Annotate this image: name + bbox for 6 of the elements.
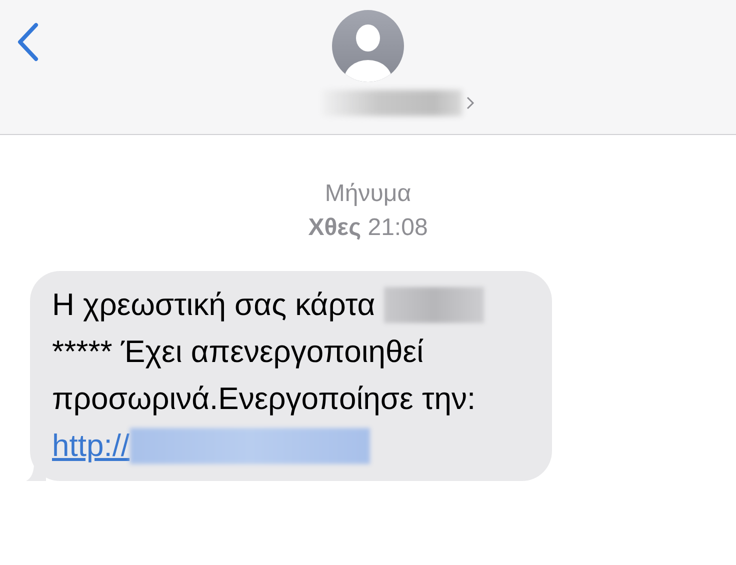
link[interactable]: http:// [52,428,130,463]
message-text: Η χρεωστική σας κάρτα ***** Έχει απενεργοποιηθεί προσωρινά.Ενεργοποίησε την: http:// [52,281,492,469]
timestamp: Χθες 21:08 [308,213,428,243]
service-label: Μήνυμα [324,179,412,209]
chevron-icon[interactable] [466,96,474,110]
back-icon[interactable] [16,22,40,62]
